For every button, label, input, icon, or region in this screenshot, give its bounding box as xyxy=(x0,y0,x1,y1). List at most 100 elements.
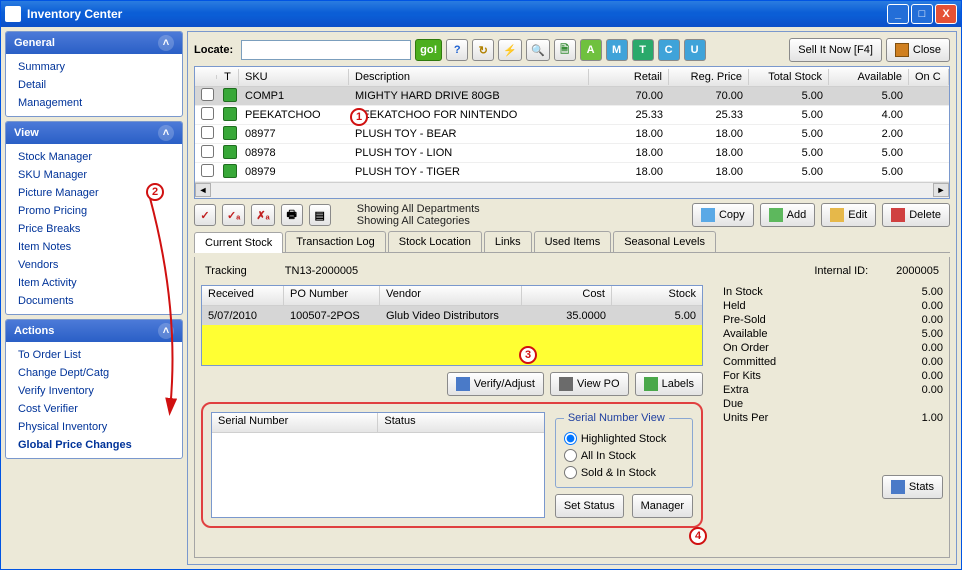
print-icon[interactable]: 🖶 xyxy=(281,204,303,226)
sidebar-item-vendors[interactable]: Vendors xyxy=(14,256,174,274)
check-all-icon[interactable]: ✓ₐ xyxy=(222,204,245,226)
sidebar-item-picture-manager[interactable]: Picture Manager xyxy=(14,184,174,202)
sidebar-item-item-notes[interactable]: Item Notes xyxy=(14,238,174,256)
radio-sold-in-stock[interactable]: Sold & In Stock xyxy=(564,464,684,481)
sidebar-item-sku-manager[interactable]: SKU Manager xyxy=(14,166,174,184)
row-checkbox[interactable] xyxy=(201,126,214,139)
tab-used-items[interactable]: Used Items xyxy=(534,231,612,252)
sidebar-item-documents[interactable]: Documents xyxy=(14,292,174,310)
export-icon[interactable]: ▤ xyxy=(309,204,331,226)
close-button[interactable]: Close xyxy=(886,38,950,62)
minimize-button[interactable]: _ xyxy=(887,4,909,24)
col-received[interactable]: Received xyxy=(202,286,284,305)
locate-input[interactable] xyxy=(241,40,411,60)
filter-a-button[interactable]: A xyxy=(580,39,602,61)
help-icon[interactable]: ? xyxy=(446,39,468,61)
uncheck-all-icon[interactable]: ✗ₐ xyxy=(251,204,274,226)
col-totalstock[interactable]: Total Stock xyxy=(749,69,829,85)
row-checkbox[interactable] xyxy=(201,107,214,120)
stats-button[interactable]: Stats xyxy=(882,475,943,499)
cell-totalstock: 5.00 xyxy=(749,107,829,123)
sidebar-item-physical-inventory[interactable]: Physical Inventory xyxy=(14,418,174,436)
sidebar-item-item-activity[interactable]: Item Activity xyxy=(14,274,174,292)
panel-general-title: General xyxy=(14,37,55,49)
panel-actions-head[interactable]: Actions ˄ xyxy=(6,320,182,342)
lightning-icon[interactable]: ⚡ xyxy=(498,39,522,61)
go-button[interactable]: go! xyxy=(415,39,442,61)
col-sku[interactable]: SKU xyxy=(239,69,349,85)
set-status-button[interactable]: Set Status xyxy=(555,494,624,518)
filter-c-button[interactable]: C xyxy=(658,39,680,61)
sidebar-item-promo-pricing[interactable]: Promo Pricing xyxy=(14,202,174,220)
table-row[interactable]: PEEKATCHOOPEEKATCHOO FOR NINTENDO25.3325… xyxy=(195,106,949,125)
filter-t-button[interactable]: T xyxy=(632,39,654,61)
tab-transaction-log[interactable]: Transaction Log xyxy=(285,231,385,252)
col-checkbox[interactable] xyxy=(195,75,217,79)
sidebar-item-to-order-list[interactable]: To Order List xyxy=(14,346,174,364)
col-cost[interactable]: Cost xyxy=(522,286,612,305)
binoculars-icon[interactable]: 🔍 xyxy=(526,39,550,61)
add-button[interactable]: Add xyxy=(760,203,816,227)
sidebar-item-price-breaks[interactable]: Price Breaks xyxy=(14,220,174,238)
table-row[interactable]: 08979PLUSH TOY - TIGER18.0018.005.005.00 xyxy=(195,163,949,182)
verify-adjust-button[interactable]: Verify/Adjust xyxy=(447,372,544,396)
sidebar-item-global-price-changes[interactable]: Global Price Changes xyxy=(14,436,174,454)
filter-m-button[interactable]: M xyxy=(606,39,628,61)
panel-general-head[interactable]: General ˄ xyxy=(6,32,182,54)
cell-available: 5.00 xyxy=(829,145,909,161)
scroll-right-icon[interactable]: ► xyxy=(933,183,949,197)
tab-seasonal-levels[interactable]: Seasonal Levels xyxy=(613,231,716,252)
sidebar-item-cost-verifier[interactable]: Cost Verifier xyxy=(14,400,174,418)
sidebar-item-change-dept-catg[interactable]: Change Dept/Catg xyxy=(14,364,174,382)
col-status[interactable]: Status xyxy=(378,413,543,432)
close-window-button[interactable]: X xyxy=(935,4,957,24)
sidebar-item-verify-inventory[interactable]: Verify Inventory xyxy=(14,382,174,400)
radio-highlighted-stock[interactable]: Highlighted Stock xyxy=(564,430,684,447)
copy-button[interactable]: Copy xyxy=(692,203,754,227)
col-retail[interactable]: Retail xyxy=(589,69,669,85)
copy-icon xyxy=(701,208,715,222)
cell-sku: COMP1 xyxy=(239,88,349,104)
col-vendor[interactable]: Vendor xyxy=(380,286,522,305)
stats-label: Held xyxy=(723,300,746,312)
col-onc[interactable]: On C xyxy=(909,69,949,85)
sidebar-item-stock-manager[interactable]: Stock Manager xyxy=(14,148,174,166)
stats-value: 0.00 xyxy=(922,314,943,326)
col-description[interactable]: Description xyxy=(349,69,589,85)
sidebar-item-detail[interactable]: Detail xyxy=(14,76,174,94)
refresh-icon[interactable]: ↻ xyxy=(472,39,494,61)
sidebar-item-management[interactable]: Management xyxy=(14,94,174,112)
col-t[interactable]: T xyxy=(217,69,239,85)
col-available[interactable]: Available xyxy=(829,69,909,85)
panel-view-head[interactable]: View ˄ xyxy=(6,122,182,144)
col-po-number[interactable]: PO Number xyxy=(284,286,380,305)
tab-current-stock[interactable]: Current Stock xyxy=(194,232,283,253)
grid-hscroll[interactable]: ◄ ► xyxy=(195,182,949,198)
tab-links[interactable]: Links xyxy=(484,231,532,252)
labels-button[interactable]: Labels xyxy=(635,372,703,396)
delete-button[interactable]: Delete xyxy=(882,203,950,227)
check-red-icon[interactable]: ✓ xyxy=(194,204,216,226)
row-checkbox[interactable] xyxy=(201,164,214,177)
radio-all-in-stock[interactable]: All In Stock xyxy=(564,447,684,464)
view-po-button[interactable]: View PO xyxy=(550,372,629,396)
document-icon[interactable]: 🗎 xyxy=(554,39,576,61)
maximize-button[interactable]: □ xyxy=(911,4,933,24)
edit-button[interactable]: Edit xyxy=(821,203,876,227)
table-row[interactable]: COMP1MIGHTY HARD DRIVE 80GB70.0070.005.0… xyxy=(195,87,949,106)
sell-it-now-button[interactable]: Sell It Now [F4] xyxy=(789,38,882,62)
sidebar-item-summary[interactable]: Summary xyxy=(14,58,174,76)
scroll-left-icon[interactable]: ◄ xyxy=(195,183,211,197)
door-icon xyxy=(895,43,909,57)
receipt-row[interactable]: 5/07/2010 100507-2POS Glub Video Distrib… xyxy=(202,306,702,325)
tab-stock-location[interactable]: Stock Location xyxy=(388,231,482,252)
row-checkbox[interactable] xyxy=(201,88,214,101)
col-regprice[interactable]: Reg. Price xyxy=(669,69,749,85)
manager-button[interactable]: Manager xyxy=(632,494,693,518)
table-row[interactable]: 08978PLUSH TOY - LION18.0018.005.005.00 xyxy=(195,144,949,163)
filter-u-button[interactable]: U xyxy=(684,39,706,61)
col-serial-number[interactable]: Serial Number xyxy=(212,413,378,432)
table-row[interactable]: 08977PLUSH TOY - BEAR18.0018.005.002.00 xyxy=(195,125,949,144)
col-stock[interactable]: Stock xyxy=(612,286,702,305)
row-checkbox[interactable] xyxy=(201,145,214,158)
